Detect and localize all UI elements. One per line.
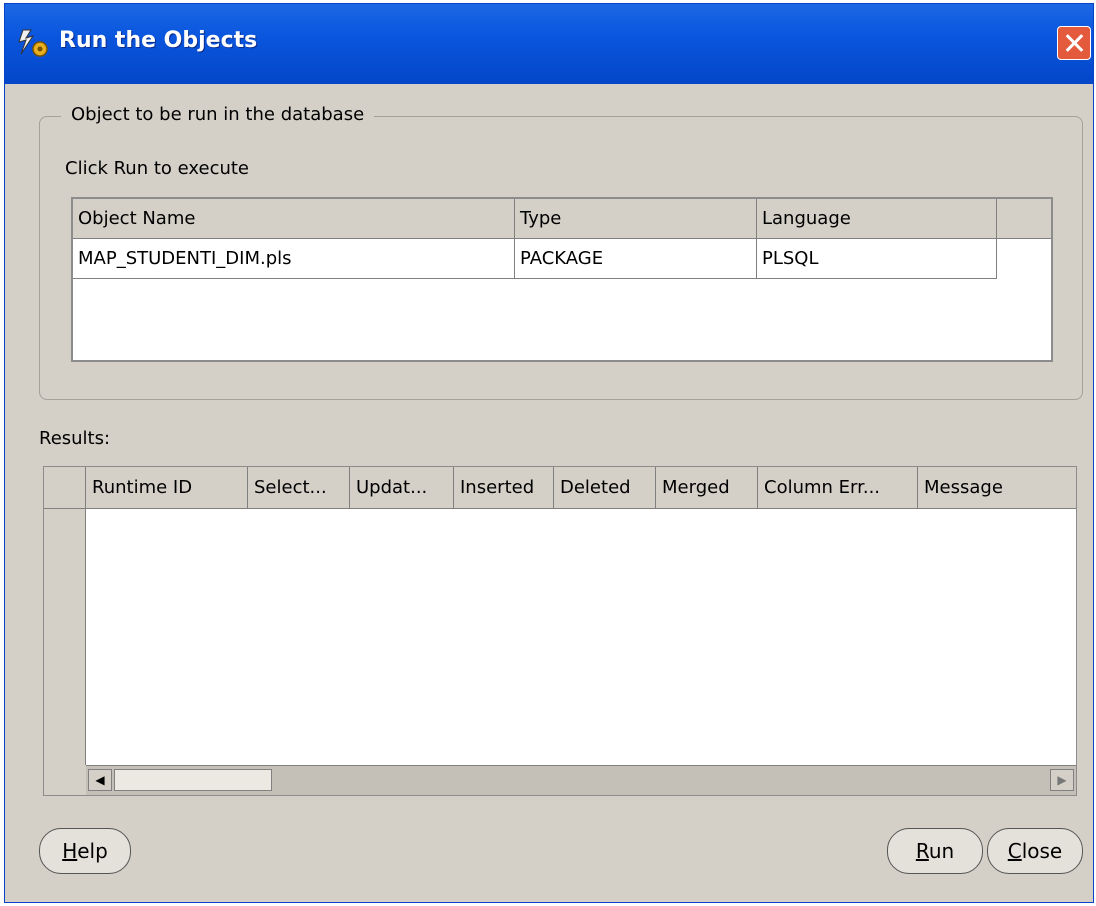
help-mnemonic: H (62, 839, 78, 863)
column-header-runtime-id[interactable]: Runtime ID (86, 467, 248, 509)
row-header-column (44, 509, 86, 765)
column-header-message[interactable]: Message (918, 467, 1076, 509)
objects-table-header: Object Name Type Language (73, 199, 1051, 239)
run-lightning-icon (18, 29, 48, 57)
cell-language[interactable]: PLSQL (757, 239, 997, 279)
help-button[interactable]: Help (39, 828, 131, 874)
run-button[interactable]: Run (887, 828, 983, 874)
column-header-language[interactable]: Language (757, 199, 997, 239)
results-body (86, 509, 1076, 765)
close-button[interactable]: Close (987, 828, 1083, 874)
window-title: Run the Objects (59, 28, 258, 53)
run-label-rest: un (928, 839, 955, 863)
column-header-deleted[interactable]: Deleted (554, 467, 656, 509)
horizontal-scrollbar[interactable]: ◀ ▶ (86, 765, 1076, 795)
row-header-corner (44, 467, 86, 509)
column-header-updated[interactable]: Updat... (350, 467, 454, 509)
scroll-thumb[interactable] (114, 769, 272, 791)
cell-type[interactable]: PACKAGE (515, 239, 757, 279)
scroll-right-arrow-icon[interactable]: ▶ (1050, 769, 1074, 791)
title-bar: Run the Objects (5, 4, 1093, 84)
column-header-selected[interactable]: Select... (248, 467, 350, 509)
close-window-icon[interactable] (1057, 26, 1091, 60)
results-table: Runtime ID Select... Updat... Inserted D… (43, 466, 1077, 796)
column-header-type[interactable]: Type (515, 199, 757, 239)
column-header-object-name[interactable]: Object Name (73, 199, 515, 239)
objects-table: Object Name Type Language MAP_STUDENTI_D… (71, 197, 1053, 362)
help-label-rest: elp (77, 839, 108, 863)
column-header-column-errors[interactable]: Column Err... (758, 467, 918, 509)
run-instruction: Click Run to execute (65, 158, 250, 179)
column-header-merged[interactable]: Merged (656, 467, 758, 509)
scroll-left-arrow-icon[interactable]: ◀ (88, 769, 112, 791)
close-mnemonic: C (1007, 839, 1022, 863)
run-mnemonic: R (915, 839, 929, 863)
results-label: Results: (39, 428, 111, 449)
results-table-header: Runtime ID Select... Updat... Inserted D… (44, 467, 1076, 509)
cell-object-name[interactable]: MAP_STUDENTI_DIM.pls (73, 239, 515, 279)
column-header-inserted[interactable]: Inserted (454, 467, 554, 509)
run-objects-dialog: Run the Objects Object to be run in the … (4, 3, 1094, 903)
objects-group-legend: Object to be run in the database (61, 104, 375, 125)
close-label-rest: lose (1021, 839, 1063, 863)
